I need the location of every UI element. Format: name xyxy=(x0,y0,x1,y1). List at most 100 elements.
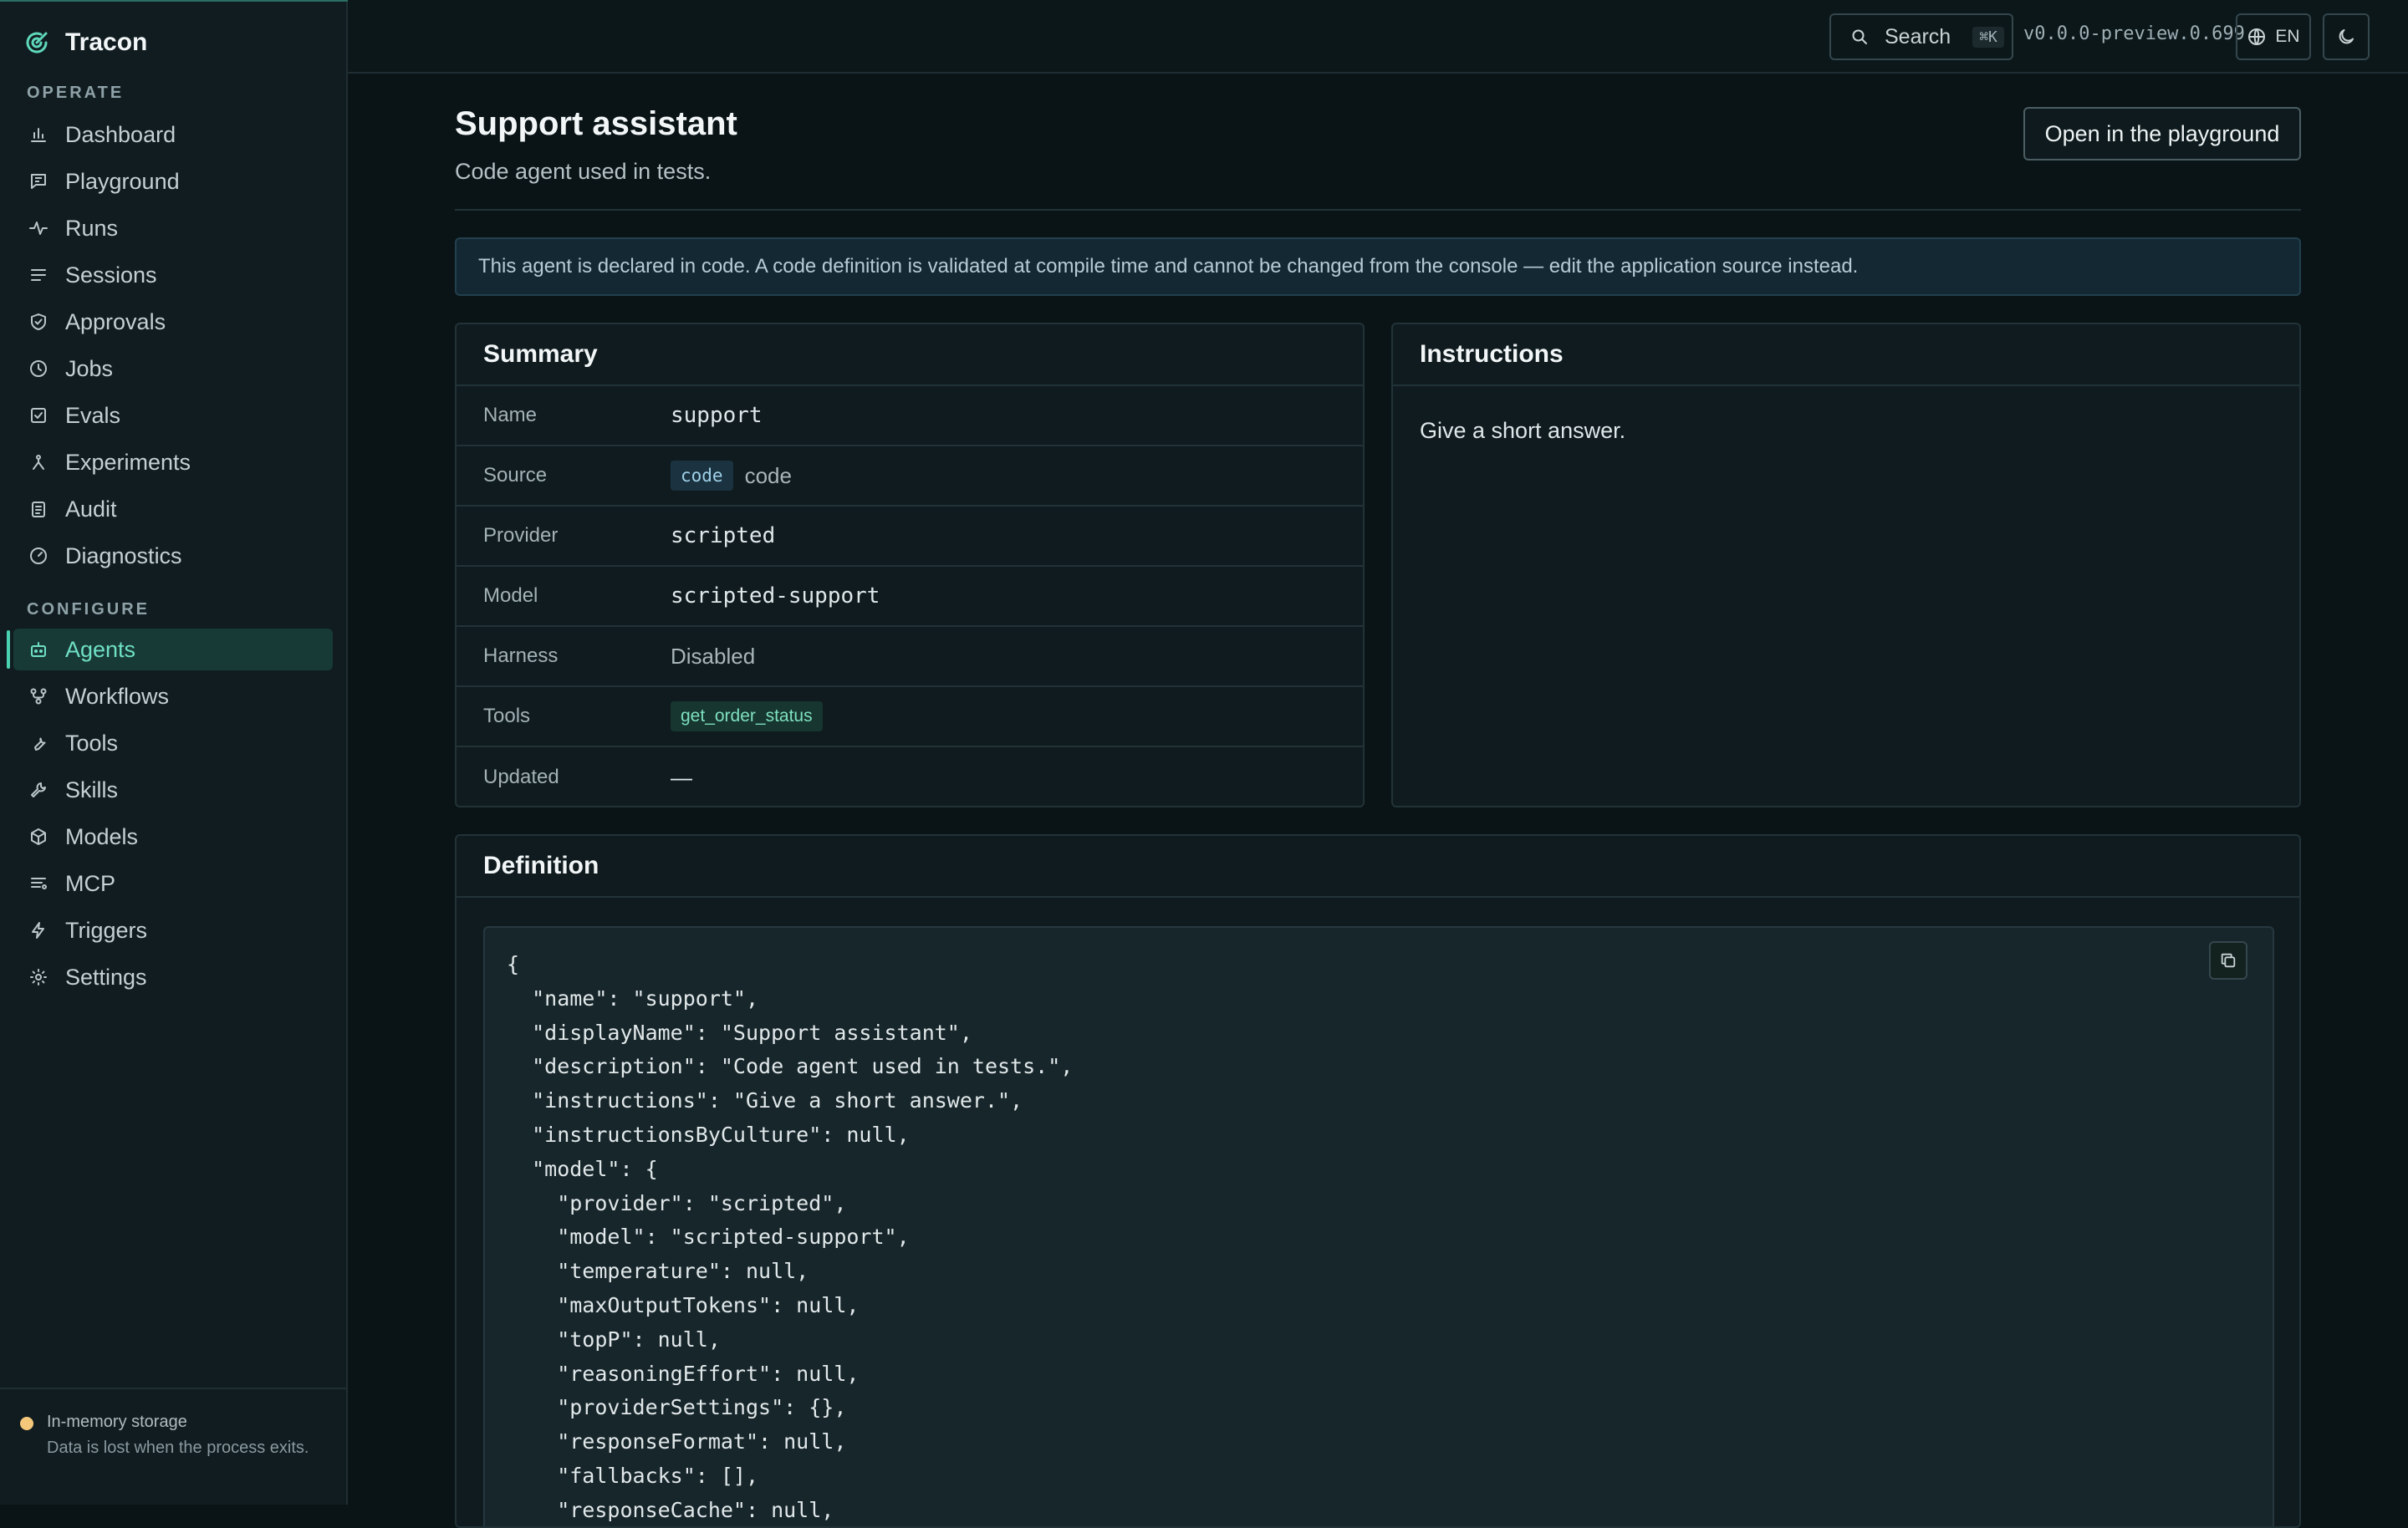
sidebar-item-playground[interactable]: Playground xyxy=(13,160,333,202)
sidebar-item-tools[interactable]: Tools xyxy=(13,722,333,764)
sidebar-item-label: Audit xyxy=(65,496,117,522)
nav-configure: Agents Workflows Tools Skills Models MCP… xyxy=(7,629,333,1003)
message-square-icon xyxy=(28,171,48,191)
version-label: v0.0.0-preview.0.699 xyxy=(2023,23,2245,44)
sidebar-accent-line xyxy=(0,0,348,2)
sidebar-item-triggers[interactable]: Triggers xyxy=(13,909,333,951)
sidebar-item-label: Dashboard xyxy=(65,121,176,147)
field-label: Updated xyxy=(483,766,559,788)
sidebar-item-dashboard[interactable]: Dashboard xyxy=(13,114,333,155)
field-label: Name xyxy=(483,404,538,426)
definition-code-block: { "name": "support", "displayName": "Sup… xyxy=(483,926,2274,1526)
activity-icon xyxy=(28,218,48,238)
instructions-title: Instructions xyxy=(1393,324,2299,386)
search-icon xyxy=(1849,27,1870,47)
globe-icon xyxy=(2247,27,2267,47)
field-label: Provider xyxy=(483,524,559,547)
summary-card: Summary Name support Source code code Pr… xyxy=(455,323,1365,807)
source-badge: code xyxy=(671,461,733,491)
copy-icon xyxy=(2219,951,2237,970)
field-value-harness: Disabled xyxy=(671,643,756,669)
sidebar: Tracon OPERATE Dashboard Playground Runs… xyxy=(0,0,348,1505)
summary-row-harness: Harness Disabled xyxy=(457,627,1363,687)
section-label-operate: OPERATE xyxy=(27,84,125,102)
tool-badge[interactable]: get_order_status xyxy=(671,701,823,731)
sidebar-item-settings[interactable]: Settings xyxy=(13,956,333,998)
sidebar-item-approvals[interactable]: Approvals xyxy=(13,301,333,343)
field-value-source: code code xyxy=(671,461,792,491)
field-value-model: scripted-support xyxy=(671,583,880,609)
field-label: Tools xyxy=(483,705,531,727)
sidebar-item-label: Approvals xyxy=(65,308,166,334)
check-square-icon xyxy=(28,405,48,425)
branch-icon xyxy=(28,452,48,472)
sidebar-item-label: Tools xyxy=(65,730,119,756)
summary-row-provider: Provider scripted xyxy=(457,507,1363,567)
sidebar-item-sessions[interactable]: Sessions xyxy=(13,254,333,296)
open-in-playground-button[interactable]: Open in the playground xyxy=(2023,107,2301,160)
topbar: Search ⌘K v0.0.0-preview.0.699 EN xyxy=(348,0,2408,74)
sidebar-item-label: Playground xyxy=(65,168,180,194)
wrench-icon xyxy=(28,733,48,753)
field-label: Harness xyxy=(483,644,559,667)
search-label: Search xyxy=(1885,24,1951,48)
instructions-text: Give a short answer. xyxy=(1420,418,1626,443)
sidebar-item-evals[interactable]: Evals xyxy=(13,395,333,436)
summary-row-model: Model scripted-support xyxy=(457,567,1363,627)
language-label: EN xyxy=(2275,27,2300,46)
section-label-configure: CONFIGURE xyxy=(27,600,150,619)
page-title: Support assistant xyxy=(455,105,737,142)
sidebar-item-agents[interactable]: Agents xyxy=(7,629,333,670)
shield-check-icon xyxy=(28,312,48,332)
sidebar-item-runs[interactable]: Runs xyxy=(13,207,333,249)
summary-title: Summary xyxy=(457,324,1363,386)
summary-row-tools: Tools get_order_status xyxy=(457,687,1363,747)
header-divider xyxy=(455,209,2301,211)
server-list-icon xyxy=(28,874,48,894)
summary-row-source: Source code code xyxy=(457,446,1363,507)
list-icon xyxy=(28,265,48,285)
code-defined-notice: This agent is declared in code. A code d… xyxy=(455,237,2301,296)
wrench-alt-icon xyxy=(28,780,48,800)
sidebar-item-label: Workflows xyxy=(65,683,170,709)
field-label: Model xyxy=(483,584,538,607)
storage-status: In-memory storage Data is lost when the … xyxy=(0,1388,346,1461)
sidebar-item-skills[interactable]: Skills xyxy=(13,769,333,811)
sidebar-item-audit[interactable]: Audit xyxy=(13,488,333,530)
definition-card: Definition { "name": "support", "display… xyxy=(455,834,2301,1528)
sidebar-item-experiments[interactable]: Experiments xyxy=(13,441,333,483)
sidebar-item-label: Diagnostics xyxy=(65,542,182,568)
sidebar-item-mcp[interactable]: MCP xyxy=(13,863,333,904)
zap-icon xyxy=(28,920,48,940)
sidebar-item-label: Sessions xyxy=(65,262,157,288)
sidebar-item-jobs[interactable]: Jobs xyxy=(13,348,333,390)
gauge-icon xyxy=(28,546,48,566)
brand[interactable]: Tracon xyxy=(23,25,147,60)
field-value-tools: get_order_status xyxy=(671,701,823,731)
field-value-provider: scripted xyxy=(671,523,776,548)
bar-chart-icon xyxy=(28,125,48,145)
search-button[interactable]: Search ⌘K xyxy=(1829,13,2013,60)
storage-warning-dot xyxy=(20,1417,33,1430)
storage-title: In-memory storage xyxy=(47,1413,187,1431)
copy-button[interactable] xyxy=(2209,941,2247,980)
clipboard-icon xyxy=(28,499,48,519)
sidebar-item-models[interactable]: Models xyxy=(13,816,333,858)
sidebar-item-label: Experiments xyxy=(65,449,191,475)
sidebar-item-label: Agents xyxy=(65,636,136,662)
sidebar-item-label: MCP xyxy=(65,870,115,896)
workflow-icon xyxy=(28,686,48,706)
sidebar-item-label: Models xyxy=(65,823,139,849)
definition-code: { "name": "support", "displayName": "Sup… xyxy=(507,952,1074,1522)
summary-row-updated: Updated — xyxy=(457,747,1363,806)
theme-toggle-button[interactable] xyxy=(2323,13,2370,60)
sidebar-item-diagnostics[interactable]: Diagnostics xyxy=(13,535,333,577)
tracon-logo-icon xyxy=(23,29,50,56)
source-text: code xyxy=(744,462,792,488)
bot-icon xyxy=(28,639,48,660)
instructions-card: Instructions Give a short answer. xyxy=(1391,323,2301,807)
sidebar-item-label: Jobs xyxy=(65,355,114,381)
moon-icon xyxy=(2336,27,2356,47)
sidebar-item-workflows[interactable]: Workflows xyxy=(13,675,333,717)
language-button[interactable]: EN xyxy=(2236,13,2311,60)
